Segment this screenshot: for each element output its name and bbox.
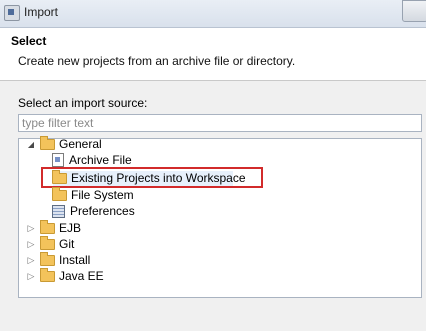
collapse-arrow-icon[interactable]: ▷ xyxy=(26,271,36,282)
collapse-arrow-icon[interactable]: ▷ xyxy=(26,239,36,250)
folder-icon xyxy=(52,186,67,201)
expand-arrow-icon[interactable]: ◢ xyxy=(26,140,36,149)
tree-node-file-system[interactable]: File System xyxy=(48,186,134,203)
wizard-header: Select Create new projects from an archi… xyxy=(0,28,426,81)
import-source-label: Select an import source: xyxy=(18,96,148,110)
folder-icon xyxy=(40,267,55,282)
collapse-arrow-icon[interactable]: ▷ xyxy=(26,223,36,234)
folder-icon xyxy=(40,235,55,250)
tree-node-preferences[interactable]: Preferences xyxy=(48,203,135,219)
tree-label: EJB xyxy=(59,221,82,235)
folder-icon xyxy=(40,219,55,234)
tree-label: File System xyxy=(71,188,134,202)
folder-icon xyxy=(40,251,55,266)
collapse-arrow-icon[interactable]: ▷ xyxy=(26,255,36,266)
tree-node-java-ee[interactable]: ▷ Java EE xyxy=(26,267,104,284)
title-bar: Import xyxy=(0,0,426,28)
archive-file-icon xyxy=(52,153,64,167)
tree-label: Preferences xyxy=(70,204,135,218)
page-title: Select xyxy=(11,34,47,48)
window-title: Import xyxy=(24,5,59,19)
tree-label: Archive File xyxy=(69,153,132,167)
import-app-icon xyxy=(4,5,20,21)
folder-icon xyxy=(40,135,55,150)
tree-node-git[interactable]: ▷ Git xyxy=(26,235,75,252)
tree-node-ejb[interactable]: ▷ EJB xyxy=(26,219,82,236)
tree-node-existing-projects[interactable]: Existing Projects into Workspace xyxy=(48,169,246,186)
tree-node-install[interactable]: ▷ Install xyxy=(26,251,91,268)
tree-node-archive-file[interactable]: Archive File xyxy=(48,152,132,168)
page-description: Create new projects from an archive file… xyxy=(18,54,296,68)
tree-label: Java EE xyxy=(59,269,104,283)
tree-label: Existing Projects into Workspace xyxy=(71,171,246,185)
tree-label: Install xyxy=(59,253,91,267)
window-control-button[interactable] xyxy=(402,0,426,22)
filter-input[interactable] xyxy=(18,114,422,132)
tree-label: General xyxy=(59,137,102,151)
tree-label: Git xyxy=(59,237,75,251)
preferences-icon xyxy=(52,204,65,218)
tree-node-general[interactable]: ◢ General xyxy=(26,135,102,152)
open-folder-icon xyxy=(52,169,67,184)
